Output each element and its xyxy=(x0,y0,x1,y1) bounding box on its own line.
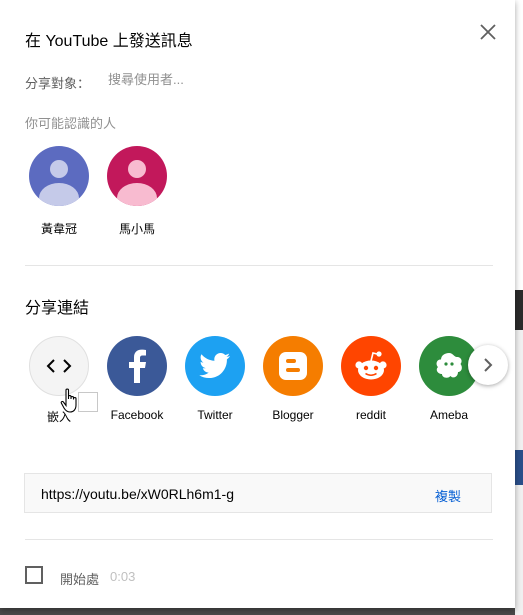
divider xyxy=(25,539,493,540)
blogger-icon xyxy=(279,352,307,380)
share-target-twitter[interactable]: Twitter xyxy=(175,336,255,422)
start-at-time[interactable]: 0:03 xyxy=(110,569,135,584)
avatar xyxy=(107,146,167,206)
backdrop-strip xyxy=(515,0,523,290)
close-icon xyxy=(480,24,496,40)
avatar xyxy=(29,146,89,206)
ameba-icon xyxy=(436,353,462,378)
share-dialog: 在 YouTube 上發送訊息 分享對象： 你可能認識的人 黃韋冠 馬小馬 分享… xyxy=(0,0,515,608)
share-target-label: Facebook xyxy=(110,408,164,422)
share-target-label: reddit xyxy=(355,408,387,422)
suggested-people-label: 你可能認識的人 xyxy=(25,116,117,131)
blogger-circle xyxy=(263,336,323,396)
share-url-box: https://youtu.be/xW0RLh6m1-g 複製 xyxy=(24,473,492,513)
twitter-circle xyxy=(185,336,245,396)
next-targets-button[interactable] xyxy=(468,345,508,385)
embed-code-icon xyxy=(46,359,72,373)
chevron-right-icon xyxy=(484,358,493,372)
share-to-label: 分享對象： xyxy=(25,76,91,91)
hand-cursor-icon xyxy=(60,388,77,413)
twitter-icon xyxy=(199,353,230,378)
share-target-facebook[interactable]: Facebook xyxy=(97,336,177,422)
copy-button[interactable]: 複製 xyxy=(435,486,461,505)
facebook-circle xyxy=(107,336,167,396)
backdrop-strip xyxy=(515,450,523,485)
reddit-circle xyxy=(341,336,401,396)
contact-name: 黃韋冠 xyxy=(40,222,77,236)
share-target-reddit[interactable]: reddit xyxy=(331,336,411,422)
share-target-label: Twitter xyxy=(197,408,233,422)
backdrop-strip xyxy=(515,290,523,330)
start-at-checkbox[interactable] xyxy=(25,566,43,584)
share-target-label: Ameba xyxy=(429,408,469,422)
dialog-title: 在 YouTube 上發送訊息 xyxy=(25,33,193,50)
backdrop-strip xyxy=(515,485,523,615)
embed-circle xyxy=(29,336,89,396)
backdrop-strip xyxy=(515,330,523,450)
contact-item[interactable]: 馬小馬 xyxy=(97,146,177,237)
contact-name: 馬小馬 xyxy=(118,222,155,236)
close-button[interactable] xyxy=(476,20,500,44)
share-link-title: 分享連結 xyxy=(25,300,90,317)
share-url[interactable]: https://youtu.be/xW0RLh6m1-g xyxy=(41,486,234,502)
contact-item[interactable]: 黃韋冠 xyxy=(19,146,99,237)
user-search-input[interactable] xyxy=(108,68,438,90)
share-target-blogger[interactable]: Blogger xyxy=(253,336,333,422)
share-target-label: Blogger xyxy=(272,408,314,422)
reddit-icon xyxy=(355,351,387,380)
facebook-icon xyxy=(129,349,146,383)
start-at-label: 開始處 xyxy=(60,572,100,587)
divider xyxy=(25,265,493,266)
